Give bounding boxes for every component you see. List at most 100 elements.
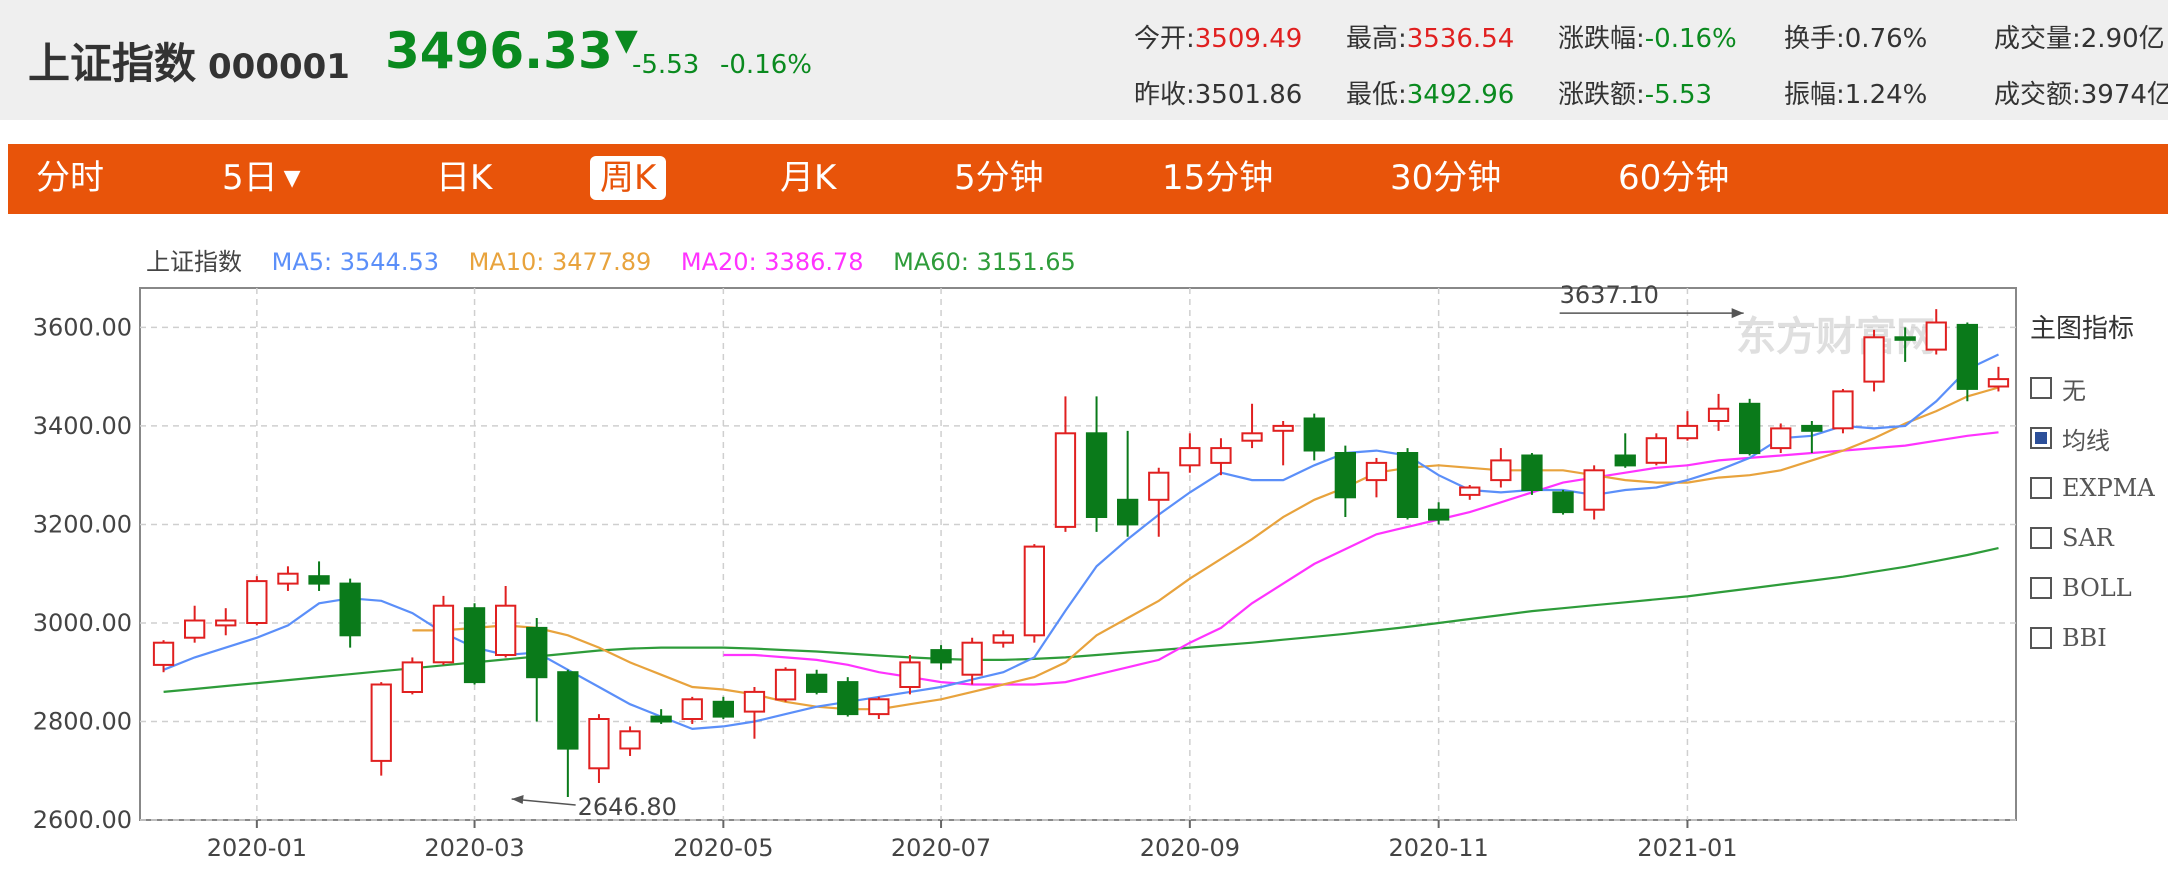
stat-volume: 成交量:2.90亿 (1994, 24, 2165, 54)
candle-down (650, 715, 672, 723)
stock-name-text: 上证指数 (28, 39, 197, 88)
stat-change-pct: 涨跌幅:-0.16% (1558, 24, 1737, 54)
candle-up (1054, 432, 1077, 528)
checkbox-icon[interactable] (2030, 477, 2052, 499)
candle-up (1863, 336, 1885, 383)
candlestick-chart[interactable]: 3600.00 3400.00 3200.00 3000.00 2800.00 2600.… (0, 280, 2030, 874)
stock-code: 000001 (208, 47, 350, 87)
candle-up (961, 641, 983, 676)
candle-down (930, 649, 952, 664)
indicator-panel: 主图指标 无 均线 EXPMA SAR BOLL BBI (2030, 308, 2168, 663)
candle-down (1396, 452, 1419, 518)
candle-down (1801, 424, 1823, 432)
candle-up (1707, 407, 1730, 422)
candle-up (432, 604, 455, 664)
y-tick-label: 2600.00 (33, 806, 132, 834)
checkbox-icon[interactable] (2030, 377, 2052, 399)
candle-up (495, 604, 517, 657)
candle-down (712, 700, 735, 718)
stat-amount: 成交额:3974亿 (1994, 80, 2168, 110)
price-change: -5.53 (632, 50, 700, 80)
tab-monthly-k[interactable]: 月K (780, 154, 836, 202)
indicator-option-sar[interactable]: SAR (2030, 513, 2168, 563)
tab-15min[interactable]: 15分钟 (1162, 154, 1273, 202)
indicator-option-none[interactable]: 无 (2030, 363, 2168, 413)
candle-up (246, 580, 268, 625)
indicator-option-boll[interactable]: BOLL (2030, 563, 2168, 613)
candle-up (899, 661, 921, 688)
plot-area (139, 287, 2017, 821)
stat-change-amount: 涨跌额:-5.53 (1558, 80, 1713, 110)
chart-legend: 上证指数 MA5: 3544.53 MA10: 3477.89 MA20: 33… (146, 242, 1098, 277)
candle-down (557, 671, 579, 750)
candle-down (1117, 498, 1139, 526)
indicator-option-expma[interactable]: EXPMA (2030, 463, 2168, 513)
stat-high: 最高:3536.54 (1346, 24, 1515, 54)
tab-intraday[interactable]: 分时 (36, 154, 104, 202)
candle-up (215, 619, 237, 627)
tab-5min[interactable]: 5分钟 (954, 154, 1044, 202)
candle-up (588, 718, 610, 770)
high-annotation-label: 3637.10 (1560, 281, 1659, 309)
stock-name: 上证指数 000001 (28, 30, 350, 91)
candle-up (1023, 545, 1045, 637)
candle-up (743, 690, 766, 713)
candle-down (308, 575, 330, 585)
candle-up (1210, 447, 1232, 464)
x-tick-label: 2020-11 (1389, 834, 1489, 862)
candle-up (1490, 459, 1512, 482)
legend-ma10: MA10: 3477.89 (468, 248, 652, 276)
candle-up (619, 730, 641, 750)
x-tick-label: 2020-03 (424, 834, 524, 862)
period-tab-bar: 分时 5日 ▼ 日K 周K 月K 5分钟 15分钟 30分钟 60分钟 (8, 144, 2168, 214)
tab-30min[interactable]: 30分钟 (1390, 154, 1501, 202)
candle-down (1334, 452, 1356, 499)
candle-down (1614, 454, 1636, 467)
checkbox-icon[interactable] (2030, 577, 2052, 599)
x-tick-label: 2020-09 (1140, 834, 1240, 862)
tab-5day[interactable]: 5日 ▼ (222, 154, 301, 202)
y-tick-label: 3000.00 (33, 609, 132, 637)
candle-down (806, 673, 828, 693)
candle-up (1459, 486, 1481, 496)
candle-up (152, 641, 175, 666)
candle-down (1303, 417, 1325, 452)
stat-prev-close: 昨收:3501.86 (1134, 80, 1303, 110)
y-tick-label: 3200.00 (33, 510, 132, 538)
stat-low: 最低:3492.96 (1346, 80, 1515, 110)
candle-down (1521, 454, 1543, 491)
legend-index-name: 上证指数 (146, 248, 242, 276)
indicator-panel-title: 主图指标 (2030, 314, 2135, 344)
legend-ma20: MA20: 3386.78 (680, 248, 864, 276)
chevron-down-icon: ▼ (283, 166, 301, 191)
candle-down (526, 626, 548, 679)
candle-up (1241, 432, 1263, 442)
tab-weekly-k[interactable]: 周K (590, 156, 667, 200)
y-tick-label: 3600.00 (33, 313, 132, 341)
checkbox-icon[interactable] (2030, 527, 2052, 549)
candle-down (1894, 336, 1916, 341)
price-value: 3496.33 (385, 22, 613, 80)
candle-up (401, 661, 424, 693)
candle-up (277, 572, 299, 585)
tab-60min[interactable]: 60分钟 (1618, 154, 1729, 202)
candle-down (1956, 323, 1978, 390)
y-tick-label: 2800.00 (33, 707, 132, 735)
stat-turnover: 换手:0.76% (1784, 24, 1928, 54)
candle-up (1987, 378, 2010, 388)
candle-up (868, 698, 890, 716)
x-tick-label: 2021-01 (1637, 834, 1737, 862)
candle-up (1272, 424, 1294, 432)
indicator-option-bbi[interactable]: BBI (2030, 613, 2168, 663)
x-tick-label: 2020-07 (891, 834, 991, 862)
candle-down (1552, 491, 1574, 514)
candle-up (1179, 447, 1201, 467)
candle-up (1676, 424, 1699, 440)
indicator-option-ma[interactable]: 均线 (2030, 413, 2168, 463)
checkbox-icon[interactable] (2030, 627, 2052, 649)
checkbox-checked-icon[interactable] (2030, 427, 2052, 449)
candle-up (1770, 427, 1792, 450)
candle-up (774, 668, 797, 701)
candle-up (992, 634, 1014, 644)
tab-daily-k[interactable]: 日K (436, 154, 492, 202)
